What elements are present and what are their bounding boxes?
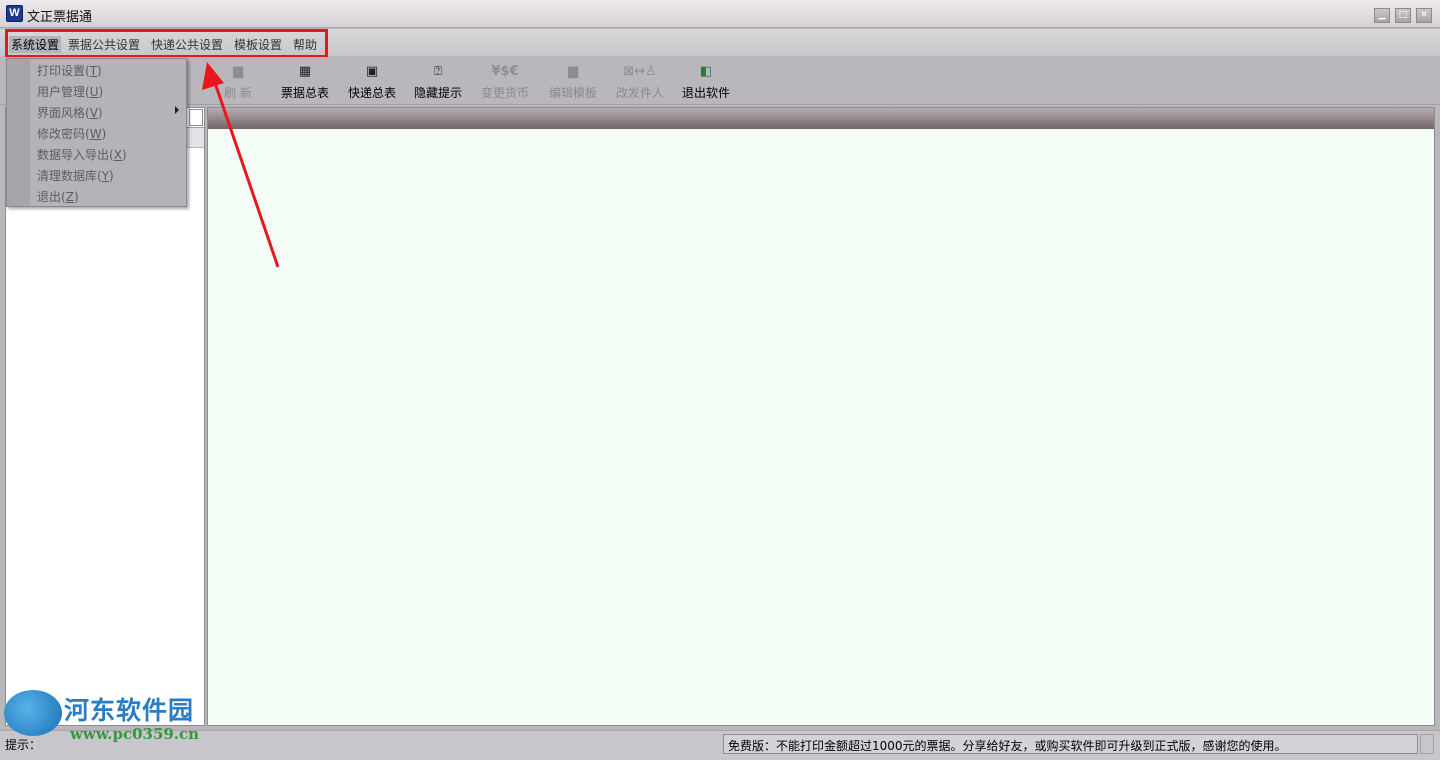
menu-help[interactable]: 帮助 xyxy=(293,36,317,53)
system-settings-dropdown: 打印设置(T) 用户管理(U) 界面风格(V) 修改密码(W) 数据导入导出(X… xyxy=(6,58,187,207)
edit-template-button[interactable]: ▆ 编辑模板 xyxy=(536,64,610,101)
bill-summary-button[interactable]: ▦ 票据总表 xyxy=(268,64,342,101)
bill-summary-label: 票据总表 xyxy=(280,86,329,100)
watermark-url: www.pc0359.cn xyxy=(70,725,200,743)
template-icon: ▆ xyxy=(568,64,578,79)
grid-icon: ▣ xyxy=(365,64,379,79)
page-icon: ▆ xyxy=(233,64,243,79)
toolbar: ▆ 刷 新 ▦ 票据总表 ▣ 快递总表 ⍰ 隐藏提示 ¥$€ 变更货币 ▆ 编辑… xyxy=(0,57,1440,105)
menu-item-interface-style[interactable]: 界面风格(V) xyxy=(37,104,103,121)
status-grip xyxy=(1420,734,1434,754)
change-currency-button[interactable]: ¥$€ 变更货币 xyxy=(468,64,542,101)
status-message: 免费版：不能打印金额超过1000元的票据。分享给好友，或购买软件即可升级到正式版… xyxy=(728,739,1287,753)
express-summary-label: 快递总表 xyxy=(347,86,396,100)
edit-template-label: 编辑模板 xyxy=(548,86,597,100)
status-message-panel: 免费版：不能打印金额超过1000元的票据。分享给好友，或购买软件即可升级到正式版… xyxy=(723,734,1418,754)
menu-item-user-management[interactable]: 用户管理(U) xyxy=(37,83,103,100)
refresh-button[interactable]: ▆ 刷 新 xyxy=(201,64,275,101)
menu-item-change-password[interactable]: 修改密码(W) xyxy=(37,125,106,142)
dropdown-icon-strip xyxy=(7,59,30,206)
change-sender-label: 改发件人 xyxy=(615,86,664,100)
menu-bill-settings[interactable]: 票据公共设置 xyxy=(68,36,140,53)
hide-tips-label: 隐藏提示 xyxy=(413,86,462,100)
maximize-icon[interactable]: □ xyxy=(1395,8,1411,23)
app-logo-icon: W xyxy=(6,5,23,22)
exit-door-icon: ◧ xyxy=(699,64,713,79)
watermark: 河东软件园 www.pc0359.cn xyxy=(4,688,214,748)
main-panel-header xyxy=(208,108,1434,129)
table-icon: ▦ xyxy=(298,64,312,79)
menu-template-settings[interactable]: 模板设置 xyxy=(234,36,282,53)
menu-bar: 系统设置 票据公共设置 快递公共设置 模板设置 帮助 xyxy=(0,29,1440,56)
exit-software-label: 退出软件 xyxy=(681,86,730,100)
submenu-arrow-icon xyxy=(175,106,179,114)
refresh-label: 刷 新 xyxy=(224,86,252,100)
title-bar: W 文正票据通 ▁ □ ✕ xyxy=(0,0,1440,28)
main-content-panel[interactable] xyxy=(207,107,1435,726)
currency-icon: ¥$€ xyxy=(491,64,519,79)
menu-item-clean-database[interactable]: 清理数据库(Y) xyxy=(37,167,114,184)
menu-item-print-settings[interactable]: 打印设置(T) xyxy=(37,62,102,79)
menu-item-data-import-export[interactable]: 数据导入导出(X) xyxy=(37,146,127,163)
change-currency-label: 变更货币 xyxy=(480,86,529,100)
express-summary-button[interactable]: ▣ 快递总表 xyxy=(335,64,409,101)
menu-system-settings[interactable]: 系统设置 xyxy=(9,36,62,53)
change-sender-button[interactable]: ⊠↔♙ 改发件人 xyxy=(603,64,677,101)
close-icon[interactable]: ✕ xyxy=(1416,8,1432,23)
watermark-logo-icon xyxy=(4,690,62,736)
combo-dropdown-button[interactable] xyxy=(189,109,203,126)
watermark-brand: 河东软件园 xyxy=(64,696,195,725)
swap-sender-icon: ⊠↔♙ xyxy=(623,64,657,79)
help-icon: ⍰ xyxy=(434,64,442,79)
exit-software-button[interactable]: ◧ 退出软件 xyxy=(669,64,743,101)
minimize-icon[interactable]: ▁ xyxy=(1374,8,1390,23)
status-bar: 提示： 免费版：不能打印金额超过1000元的票据。分享给好友，或购买软件即可升级… xyxy=(0,730,1440,760)
window-title: 文正票据通 xyxy=(27,10,93,25)
hide-tips-button[interactable]: ⍰ 隐藏提示 xyxy=(401,64,475,101)
menu-item-exit[interactable]: 退出(Z) xyxy=(37,188,79,205)
menu-express-settings[interactable]: 快递公共设置 xyxy=(151,36,223,53)
